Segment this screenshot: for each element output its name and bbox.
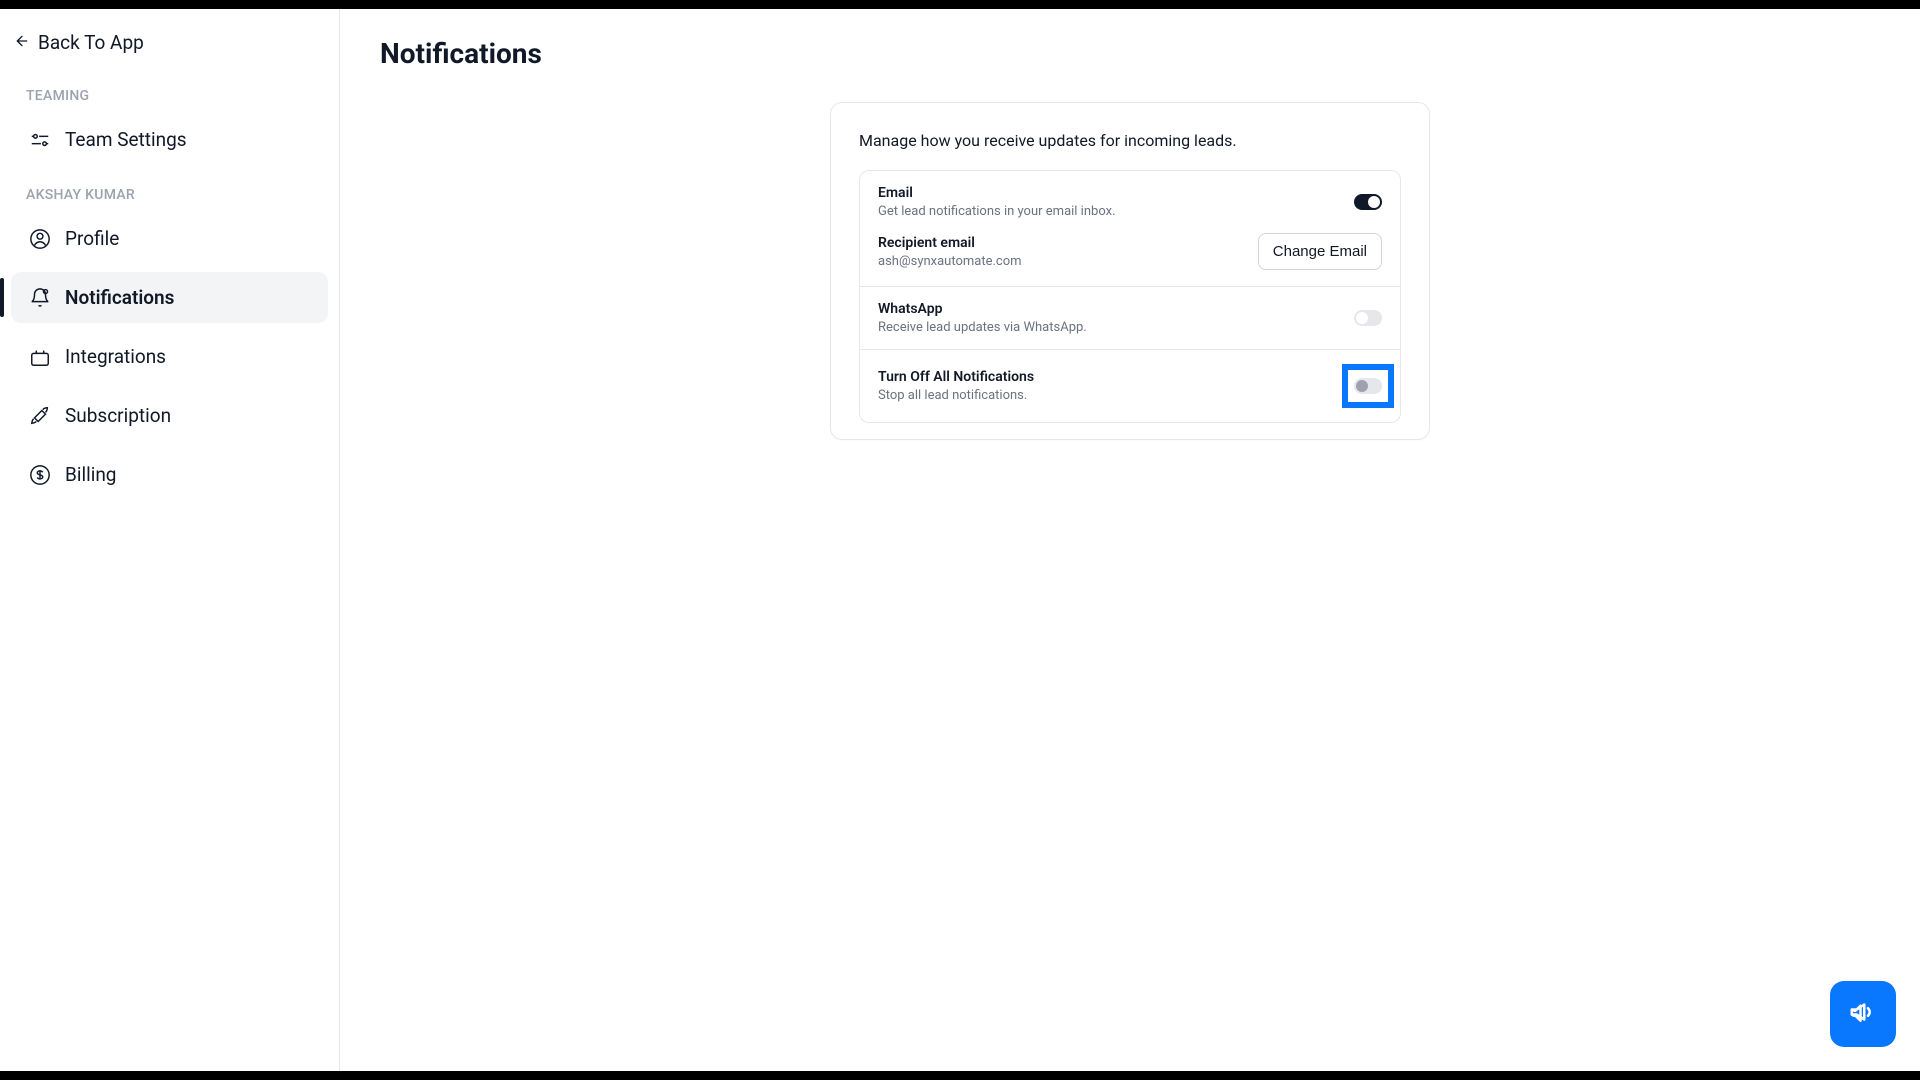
user-circle-icon <box>29 228 51 250</box>
sidebar-item-team-settings[interactable]: Team Settings <box>11 114 328 165</box>
letterbox-bottom <box>0 1071 1920 1080</box>
sidebar-item-billing[interactable]: Billing <box>11 449 328 500</box>
setting-row-email: Email Get lead notifications in your ema… <box>860 171 1400 223</box>
setting-text: Turn Off All Notifications Stop all lead… <box>878 369 1034 403</box>
sliders-icon <box>29 129 51 151</box>
settings-list: Email Get lead notifications in your ema… <box>859 170 1401 423</box>
sidebar-item-label: Billing <box>65 463 116 486</box>
setting-text: WhatsApp Receive lead updates via WhatsA… <box>878 301 1087 335</box>
toggle-knob <box>1356 312 1368 324</box>
arrow-left-icon <box>14 31 30 54</box>
app-container: Back To App TEAMING Team Settings AKSHAY… <box>0 9 1920 1071</box>
bell-icon <box>29 287 51 309</box>
setting-row-recipient: Recipient email ash@synxautomate.com Cha… <box>860 223 1400 287</box>
rocket-icon <box>29 405 51 427</box>
email-toggle[interactable] <box>1354 194 1382 210</box>
recipient-title: Recipient email <box>878 235 1022 251</box>
whatsapp-title: WhatsApp <box>878 301 1087 317</box>
highlight-annotation <box>1342 364 1394 408</box>
setting-row-turnoff: Turn Off All Notifications Stop all lead… <box>860 350 1400 422</box>
setting-row-whatsapp: WhatsApp Receive lead updates via WhatsA… <box>860 287 1400 350</box>
whatsapp-toggle[interactable] <box>1354 310 1382 326</box>
letterbox-top <box>0 0 1920 9</box>
email-desc: Get lead notifications in your email inb… <box>878 204 1115 219</box>
sidebar-item-label: Team Settings <box>65 128 187 151</box>
turnoff-desc: Stop all lead notifications. <box>878 388 1034 403</box>
main-content: Notifications Manage how you receive upd… <box>340 9 1920 1071</box>
sidebar-section-teaming: TEAMING <box>0 70 339 110</box>
toggle-knob <box>1368 196 1380 208</box>
email-title: Email <box>878 185 1115 201</box>
sidebar-item-label: Profile <box>65 227 119 250</box>
setting-text: Email Get lead notifications in your ema… <box>878 185 1115 219</box>
sidebar-item-profile[interactable]: Profile <box>11 213 328 264</box>
sidebar-item-label: Subscription <box>65 404 171 427</box>
setting-text: Recipient email ash@synxautomate.com <box>878 235 1022 269</box>
sidebar-item-label: Integrations <box>65 345 166 368</box>
turnoff-all-toggle[interactable] <box>1354 378 1382 394</box>
turnoff-title: Turn Off All Notifications <box>878 369 1034 385</box>
megaphone-icon <box>1848 997 1878 1031</box>
back-to-app-link[interactable]: Back To App <box>0 21 339 70</box>
whatsapp-desc: Receive lead updates via WhatsApp. <box>878 320 1087 335</box>
card-description: Manage how you receive updates for incom… <box>859 131 1401 150</box>
sidebar: Back To App TEAMING Team Settings AKSHAY… <box>0 9 340 1071</box>
sidebar-item-notifications[interactable]: Notifications <box>11 272 328 323</box>
plug-icon <box>29 346 51 368</box>
sidebar-item-label: Notifications <box>65 286 174 309</box>
dollar-circle-icon <box>29 464 51 486</box>
notifications-card: Manage how you receive updates for incom… <box>830 102 1430 440</box>
sidebar-section-user: AKSHAY KUMAR <box>0 169 339 209</box>
announcements-fab[interactable] <box>1830 981 1896 1047</box>
sidebar-item-subscription[interactable]: Subscription <box>11 390 328 441</box>
recipient-email-value: ash@synxautomate.com <box>878 254 1022 269</box>
sidebar-item-integrations[interactable]: Integrations <box>11 331 328 382</box>
back-label: Back To App <box>38 31 144 54</box>
page-title: Notifications <box>380 37 1884 70</box>
toggle-knob <box>1356 380 1368 392</box>
change-email-button[interactable]: Change Email <box>1258 233 1382 270</box>
